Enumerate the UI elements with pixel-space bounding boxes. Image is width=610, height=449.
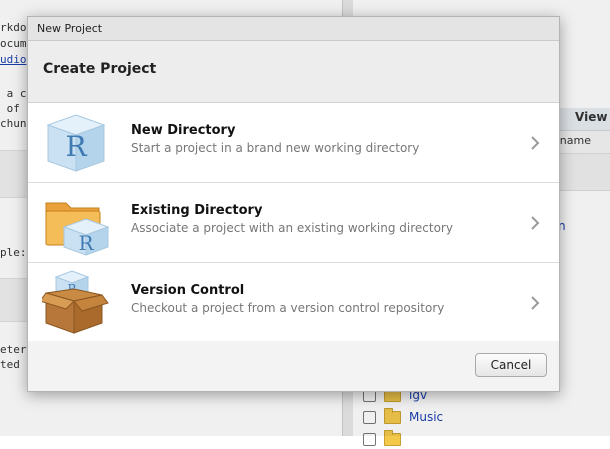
new-project-dialog: New Project Create Project R New Directo… <box>27 16 560 392</box>
svg-text:R: R <box>78 231 94 255</box>
option-version-control[interactable]: R Version Control Checkout a project fro… <box>28 263 559 343</box>
option-existing-directory[interactable]: R Existing Directory Associate a project… <box>28 183 559 263</box>
chevron-right-icon <box>531 216 540 230</box>
option-title: Version Control <box>131 283 245 298</box>
chevron-right-icon <box>531 296 540 310</box>
option-title: New Directory <box>131 123 236 138</box>
option-description: Checkout a project from a version contro… <box>131 301 445 315</box>
page-title: Create Project <box>43 61 157 77</box>
option-new-directory[interactable]: R New Directory Start a project in a bra… <box>28 103 559 183</box>
chevron-right-icon <box>531 136 540 150</box>
option-description: Associate a project with an existing wor… <box>131 221 453 235</box>
option-title: Existing Directory <box>131 203 263 218</box>
dialog-footer: Cancel <box>28 341 559 391</box>
folder-r-icon: R <box>45 202 110 256</box>
project-type-list: R New Directory Start a project in a bra… <box>28 103 559 343</box>
r-cube-icon: R <box>46 114 106 172</box>
dialog-title: New Project <box>37 22 103 35</box>
option-description: Start a project in a brand new working d… <box>131 141 420 155</box>
svg-text:R: R <box>65 130 87 163</box>
dialog-header: Create Project <box>28 41 559 103</box>
dialog-titlebar[interactable]: New Project <box>28 17 559 41</box>
cancel-button[interactable]: Cancel <box>475 353 547 377</box>
box-r-icon: R <box>42 270 109 334</box>
